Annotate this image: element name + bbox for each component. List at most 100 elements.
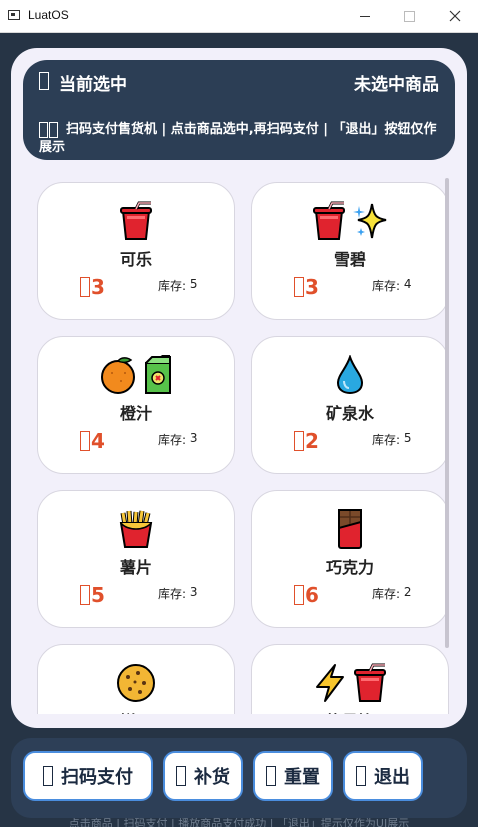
juice-box-icon <box>143 355 173 395</box>
stock-label: 库存: <box>158 587 190 601</box>
product-card[interactable]: 饼干 <box>37 644 235 714</box>
stock-label: 库存: <box>158 433 190 447</box>
currency-icon <box>294 585 304 605</box>
product-card[interactable]: 矿泉水 2 库存: 5 <box>251 336 449 474</box>
cup-icon <box>119 201 153 241</box>
product-image <box>252 509 448 549</box>
product-stock: 库存: 5 <box>372 431 412 448</box>
maximize-icon <box>403 10 415 22</box>
currency-icon <box>80 431 90 451</box>
stock-value: 4 <box>403 277 412 291</box>
product-price: 2 <box>294 429 319 453</box>
stock-value: 2 <box>403 585 412 599</box>
product-name: 巧克力 <box>325 558 374 577</box>
product-card[interactable]: 能量饮 <box>251 644 449 714</box>
product-stock: 库存: 2 <box>372 585 412 602</box>
restock-icon <box>176 766 186 786</box>
stock-value: 5 <box>189 277 198 291</box>
restock-label: 补货 <box>194 767 230 788</box>
product-price: 4 <box>80 429 105 453</box>
product-name: 饼干 <box>38 708 234 714</box>
product-image <box>38 509 234 549</box>
product-name: 薯片 <box>119 558 152 577</box>
currency-icon <box>294 277 304 297</box>
reset-icon <box>266 766 276 786</box>
product-image <box>38 201 234 241</box>
product-stock: 库存: 3 <box>158 431 198 448</box>
product-name: 雪碧 <box>333 250 366 269</box>
currency-icon <box>294 431 304 451</box>
price-value: 4 <box>91 429 105 453</box>
product-stock: 库存: 4 <box>372 277 412 294</box>
stock-value: 5 <box>403 431 412 445</box>
price-value: 5 <box>91 583 105 607</box>
price-value: 3 <box>91 275 105 299</box>
reset-label: 重置 <box>284 767 320 788</box>
exit-icon <box>356 766 366 786</box>
product-card[interactable]: 雪碧 3 库存: 4 <box>251 182 449 320</box>
product-name: 橙汁 <box>119 404 152 423</box>
sparkles-icon <box>352 202 388 240</box>
product-image <box>38 663 234 703</box>
price-value: 3 <box>305 275 319 299</box>
maximize-button[interactable] <box>386 0 432 32</box>
stock-label: 库存: <box>158 279 190 293</box>
stock-value: 3 <box>189 431 198 445</box>
cookie-icon <box>116 663 156 703</box>
reset-button[interactable]: 重置 <box>253 751 333 801</box>
product-grid: 可乐 3 库存: 5 雪碧 3 库存: 4 橙汁 4 库存: 3 矿泉水 2 库存: 5 薯片 5 库存: … <box>37 182 449 714</box>
product-card[interactable]: 薯片 5 库存: 3 <box>37 490 235 628</box>
stock-label: 库存: <box>372 433 404 447</box>
product-price: 6 <box>294 583 319 607</box>
app-icon <box>8 10 20 20</box>
price-value: 2 <box>305 429 319 453</box>
product-image <box>38 355 234 395</box>
selected-label: 当前选中 <box>59 75 127 95</box>
product-price: 3 <box>80 275 105 299</box>
orange-icon <box>99 355 137 395</box>
exit-button[interactable]: 退出 <box>343 751 423 801</box>
window-titlebar: LuatOS <box>0 0 478 33</box>
scrollbar[interactable] <box>445 178 449 648</box>
chocolate-icon <box>336 508 364 550</box>
stock-value: 3 <box>189 585 198 599</box>
stock-label: 库存: <box>372 279 404 293</box>
scan-pay-button[interactable]: 扫码支付 <box>23 751 153 801</box>
scan-pay-label: 扫码支付 <box>61 767 133 788</box>
minimize-icon <box>360 15 370 17</box>
stock-label: 库存: <box>372 587 404 601</box>
footer-hint: 点击商品 | 扫码支付 | 播放商品支付成功 | 「退出」提示仅作为UI展示 <box>68 818 410 827</box>
selection-header: 当前选中 未选中商品 扫码支付售货机 | 点击商品选中,再扫码支付 | 「退出」… <box>23 60 455 160</box>
currency-icon <box>80 585 90 605</box>
product-stock: 库存: 3 <box>158 585 198 602</box>
pay-icon <box>43 766 53 786</box>
currency-icon <box>80 277 90 297</box>
selected-value: 未选中商品 <box>354 75 439 95</box>
minimize-button[interactable] <box>342 0 388 32</box>
product-card[interactable]: 橙汁 4 库存: 3 <box>37 336 235 474</box>
info-text: 扫码支付售货机 | 点击商品选中,再扫码支付 | 「退出」按钮仅作展示 <box>39 122 437 155</box>
fries-icon <box>117 509 155 549</box>
close-button[interactable] <box>432 0 478 32</box>
cup-icon <box>312 201 346 241</box>
product-price: 5 <box>80 583 105 607</box>
product-card[interactable]: 巧克力 6 库存: 2 <box>251 490 449 628</box>
action-bar: 扫码支付 补货 重置 退出 <box>11 738 467 818</box>
exit-label: 退出 <box>374 767 410 788</box>
product-price: 3 <box>294 275 319 299</box>
price-value: 6 <box>305 583 319 607</box>
product-card[interactable]: 可乐 3 库存: 5 <box>37 182 235 320</box>
close-icon <box>449 10 461 22</box>
product-name: 可乐 <box>119 250 152 269</box>
selection-icon <box>39 72 49 90</box>
restock-button[interactable]: 补货 <box>163 751 243 801</box>
cup-icon <box>353 663 387 703</box>
product-image <box>252 201 448 241</box>
window-title: LuatOS <box>28 8 69 22</box>
product-image <box>252 355 448 395</box>
lightning-icon <box>313 663 347 703</box>
product-name: 矿泉水 <box>325 404 374 423</box>
droplet-icon <box>336 355 364 395</box>
product-image <box>252 663 448 703</box>
product-stock: 库存: 5 <box>158 277 198 294</box>
